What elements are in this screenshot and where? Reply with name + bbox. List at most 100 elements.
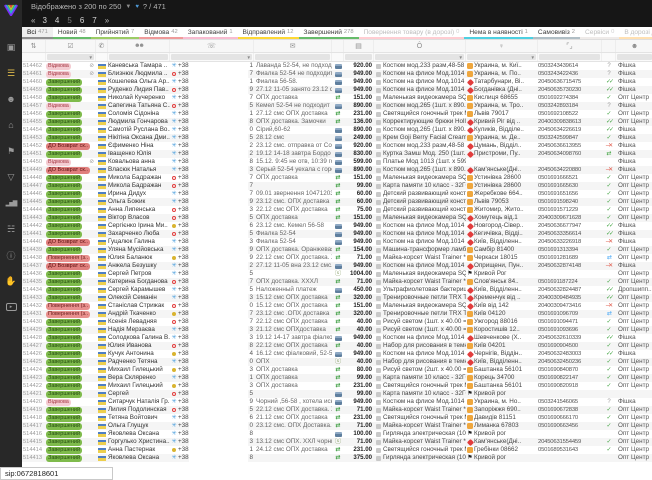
order-row[interactable]: 514447ЗавершенийМикола Бадражан+387⇄99.0… xyxy=(22,182,652,190)
ttn-number[interactable]: 0501691665630 xyxy=(538,182,602,190)
order-row[interactable]: 514451ЗавершенийІващенко Юлія✳+38219.12 … xyxy=(22,150,652,158)
tab-vidpravlenyi[interactable]: Відправлений12 xyxy=(238,27,299,39)
order-row[interactable]: 514439ЗавершенийУляна Мусійовська✳+389ОП… xyxy=(22,246,652,254)
order-row[interactable]: 514423ЗавершенийВера Скляренко✳+381ОПХ д… xyxy=(22,374,652,382)
order-row[interactable]: 514414ЗавершенийАнна Пастернак+38124.12 … xyxy=(22,446,652,454)
ttn-number[interactable] xyxy=(538,390,602,398)
status-filter-icon[interactable]: ☑ xyxy=(46,40,96,52)
customers-icon[interactable]: ☻☻ xyxy=(108,40,170,52)
ttn-filter-cell[interactable] xyxy=(538,53,602,61)
ttn-number[interactable]: 0501692274384 xyxy=(538,94,602,102)
info-icon[interactable]: ⓘ xyxy=(0,242,22,268)
tab-zavershenyi[interactable]: Завершений278 xyxy=(299,27,359,39)
ttn-number[interactable]: 0501691666521 xyxy=(538,174,602,182)
price-filter-cell[interactable] xyxy=(344,53,374,61)
ttn-number[interactable]: 0501690820918 xyxy=(538,382,602,390)
page-button-3[interactable]: 3 xyxy=(42,16,46,25)
ttn-number[interactable]: 0501690663456 xyxy=(538,422,602,430)
order-row[interactable]: 514441ЗавершенийЗахарченко Люба+385Фиалк… xyxy=(22,230,652,238)
page-button-7[interactable]: 7 xyxy=(92,16,96,25)
tab-v-dorozi-dodomu[interactable]: В дорозі додому0 xyxy=(619,27,652,39)
product-icon[interactable]: Ô xyxy=(374,40,466,52)
ttn-number[interactable]: 20450632874148 xyxy=(538,262,602,270)
order-row[interactable]: 514424ЗавершенийМихаил Гилецький+383ОПХ … xyxy=(22,366,652,374)
app-logo[interactable] xyxy=(0,0,22,20)
phone-filter-input[interactable]: ▼ xyxy=(171,54,252,60)
product-filter-input[interactable]: ▼ xyxy=(375,54,464,60)
ttn-number[interactable]: 0501690840870 xyxy=(538,366,602,374)
page-button-6[interactable]: 6 xyxy=(80,16,84,25)
order-row[interactable]: 514449ДО Возврат ск..Власюк Наталья✳+383… xyxy=(22,166,652,174)
stats-icon[interactable]: ▂▅▇ xyxy=(0,190,22,216)
page-button-4[interactable]: 4 xyxy=(55,16,59,25)
name-filter-input[interactable] xyxy=(109,54,168,60)
tags-icon[interactable]: ⚑ xyxy=(0,138,22,164)
order-row[interactable]: 514422ЗавершенийМихаил Гилецький+383ОПХ … xyxy=(22,382,652,390)
tab-pryiniatyi[interactable]: Прийнятий7 xyxy=(91,27,140,39)
location-icon[interactable]: ♀ xyxy=(466,40,538,52)
product-filter-cell[interactable]: ▼ xyxy=(374,53,466,61)
status-filter-cell[interactable]: ▼ xyxy=(46,53,96,61)
tab-servisy[interactable]: Сервіси0 xyxy=(580,27,619,39)
ttn-number[interactable]: 0503243422436 xyxy=(538,70,602,78)
order-row[interactable]: 514443ЗавершенийВіктор Власов+385ОПХ дос… xyxy=(22,214,652,222)
order-row[interactable]: 514417ЗавершенийОльга Глущук✳+38023.12 с… xyxy=(22,422,652,430)
order-row[interactable]: 514456ЗавершенийСоломія Сідоніна✳+38127.… xyxy=(22,110,652,118)
manager-icon[interactable]: ☻ xyxy=(616,40,652,52)
customers-icon[interactable]: ☻ xyxy=(0,86,22,112)
order-row[interactable]: 514453ЗавершенийНікітіна Оксана Дми..✳+3… xyxy=(22,134,652,142)
order-row[interactable]: 514450Відмова⊘Ковальова анна✳+38815.12. … xyxy=(22,158,652,166)
ttn-number[interactable]: 20450633356614 xyxy=(538,230,602,238)
ttn-number[interactable]: 20450636677947 xyxy=(538,222,602,230)
ttn-number[interactable]: 0501691651656 xyxy=(538,190,602,198)
orders-icon[interactable]: ☰ xyxy=(0,60,22,86)
ttn-number[interactable]: 0501691598240 xyxy=(538,198,602,206)
tab-vsi[interactable]: Всі471 xyxy=(22,27,53,39)
phone-filter-cell[interactable]: ▼ xyxy=(170,53,254,61)
funnel-icon[interactable]: ▽ xyxy=(0,164,22,190)
ttn-number[interactable]: 0501690666170 xyxy=(538,414,602,422)
track-filter-cell[interactable] xyxy=(602,53,616,61)
ttn-number[interactable]: 20400309671628 xyxy=(538,214,602,222)
ttn-number[interactable]: 0501691096709 xyxy=(538,310,602,318)
order-row[interactable]: 514429ЗавершенийНадія Мерзаєва✳+38321.12… xyxy=(22,326,652,334)
order-row[interactable]: 514415ЗавершенийГоргулько Христина..✳+38… xyxy=(22,438,652,446)
ttn-number[interactable]: 0501691093696 xyxy=(538,326,602,334)
call-source-icon[interactable]: ✆ xyxy=(96,40,108,52)
order-row[interactable]: 514460ЗавершенийКошелева Ольга Ар..✳+381… xyxy=(22,78,652,86)
ttn-number[interactable]: 0501691187224 xyxy=(538,278,602,286)
order-row[interactable]: 514448ЗавершенийМикола Бадражан+387ОПХ д… xyxy=(22,174,652,182)
warehouse-icon[interactable]: ⌂ xyxy=(0,112,22,138)
ttn-number[interactable]: 20450634226619 xyxy=(538,126,602,134)
ttn-number[interactable]: 20400309484935 xyxy=(538,294,602,302)
ttn-number[interactable]: 0501690672838 xyxy=(538,406,602,414)
ttn-number[interactable]: 0503242893184 xyxy=(538,102,602,110)
tracking-icon[interactable]: ⌜⌟ xyxy=(538,40,602,52)
flag-filter-cell[interactable] xyxy=(96,53,108,61)
address-filter-cell[interactable]: ▼ xyxy=(466,53,538,61)
comment-icon[interactable]: ✉ xyxy=(254,40,332,52)
tab-vidmova[interactable]: Відмова42 xyxy=(139,27,182,39)
ttn-number[interactable]: 0501689531643 xyxy=(538,446,602,454)
comment-filter-input[interactable] xyxy=(255,54,330,60)
order-row[interactable]: 514419ЗавершенийЛилия Подолинская+38522.… xyxy=(22,406,652,414)
order-row[interactable]: 514435ЗавершенийКатерина Богданова+387ОП… xyxy=(22,278,652,286)
ttn-number[interactable]: 0501692108522 xyxy=(538,110,602,118)
page-button-5[interactable]: 5 xyxy=(67,16,71,25)
dashboard-icon[interactable]: ▣ xyxy=(0,34,22,60)
id-filter-cell[interactable] xyxy=(22,53,46,61)
last-page-button[interactable]: » xyxy=(105,16,108,25)
phone-icon[interactable]: ☏ xyxy=(170,40,254,52)
order-row[interactable]: 514438Повернення (з..Юлия Баланюк+38922.… xyxy=(22,254,652,262)
tab-zapakovanyi[interactable]: Запакований1 xyxy=(183,27,238,39)
ttn-number[interactable]: 0503243439614 xyxy=(538,62,602,70)
order-row[interactable]: 514455ЗавершенийЛюдмила Гончарова✳+388ОП… xyxy=(22,118,652,126)
order-row[interactable]: 514416ЗавершенийЯковлева Оксана✳+388100.… xyxy=(22,430,652,438)
ttn-number[interactable]: 0501690822147 xyxy=(538,374,602,382)
ttn-number[interactable]: 0501691094471 xyxy=(538,318,602,326)
order-row[interactable]: 514432Повернення (з..Станіслав Стрижак+3… xyxy=(22,302,652,310)
status-filter-input[interactable]: ▼ xyxy=(47,54,94,60)
ttn-number[interactable]: 20450635730230 xyxy=(538,86,602,94)
ttn-number[interactable] xyxy=(538,430,602,438)
order-row[interactable]: 514434ЗавершенийСергей Карамышев✳+385Нал… xyxy=(22,286,652,294)
